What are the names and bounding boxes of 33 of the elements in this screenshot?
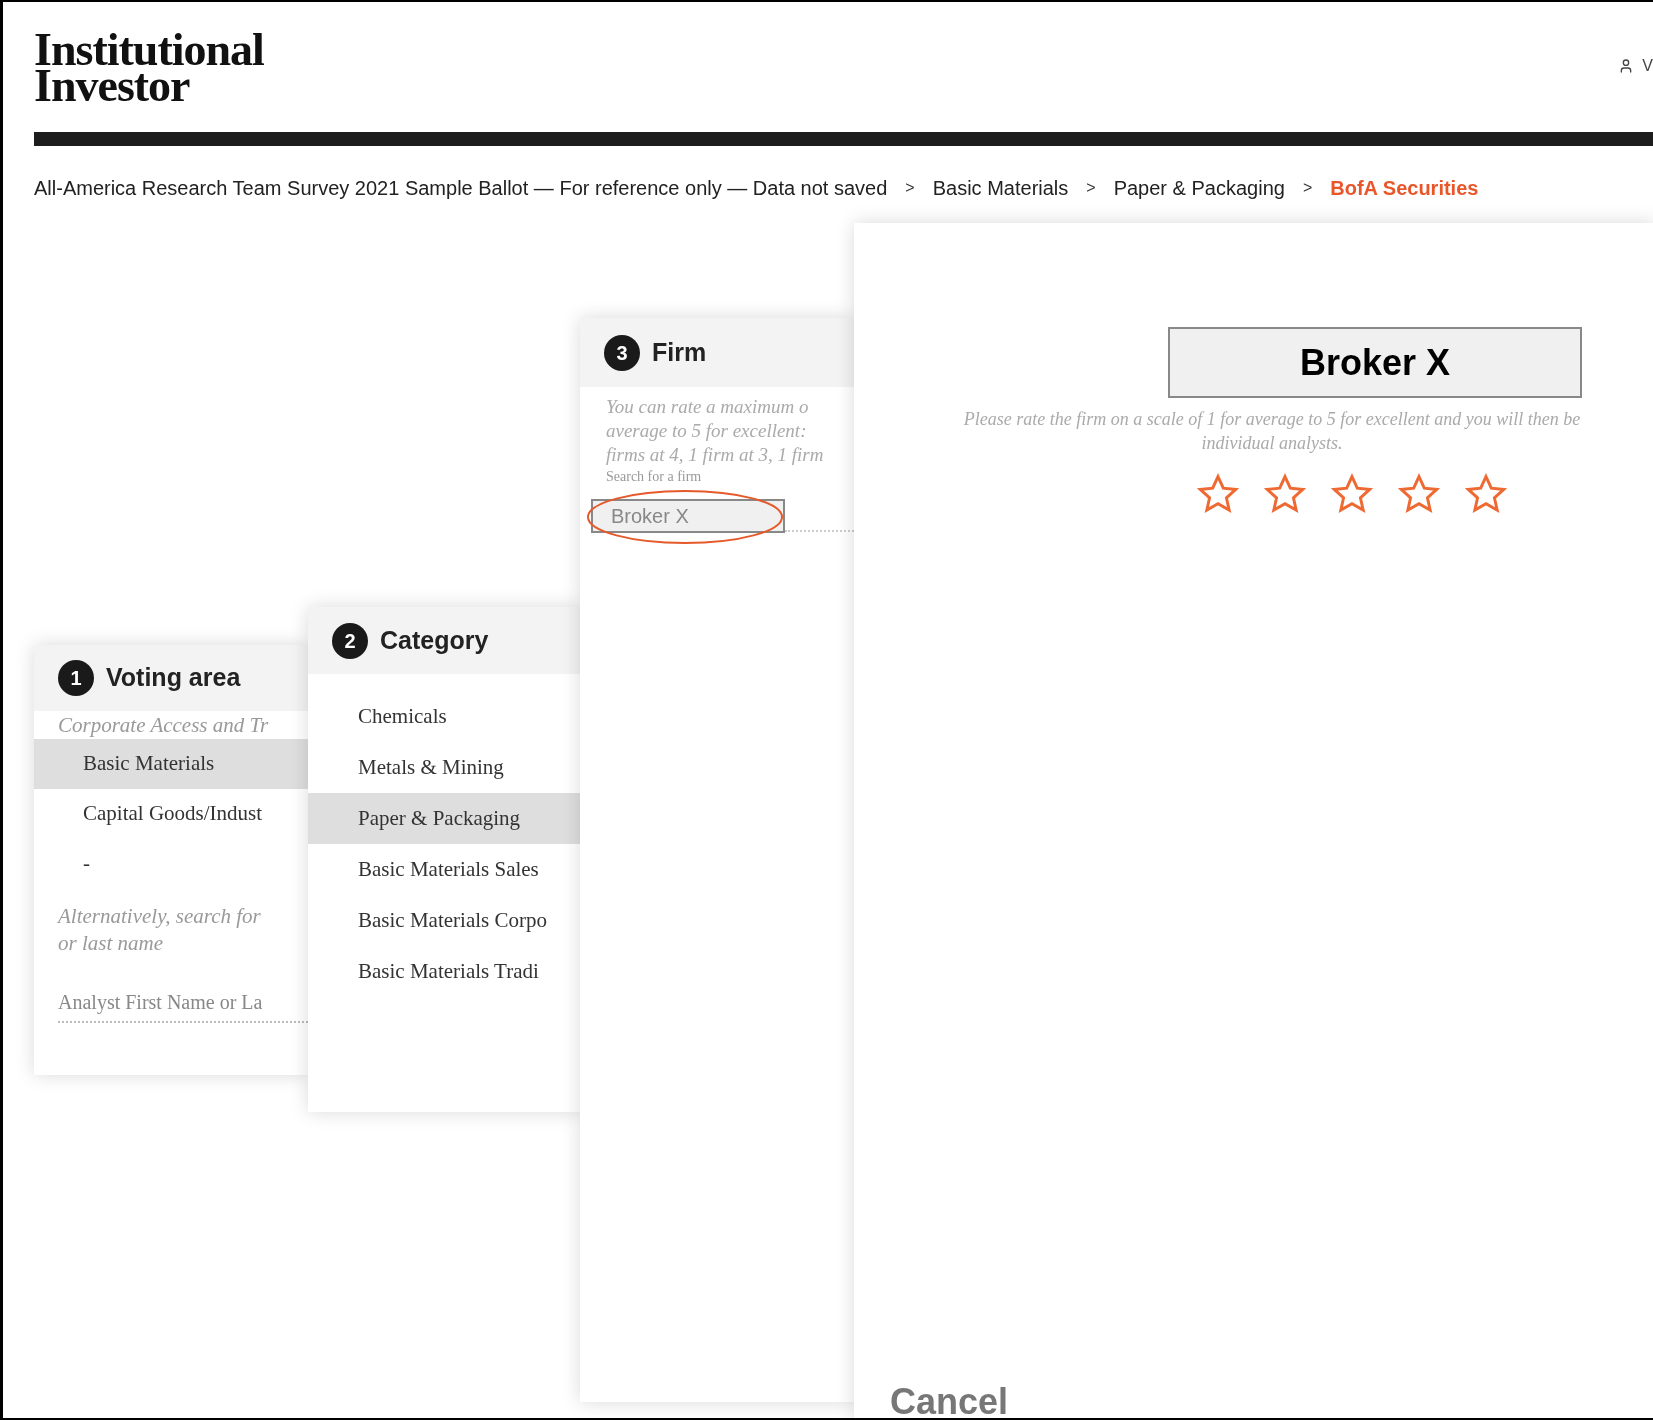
breadcrumb-separator: > <box>1302 177 1313 198</box>
star-icon[interactable] <box>1196 472 1240 516</box>
voting-area-item[interactable]: Basic Materials <box>34 739 308 789</box>
category-item[interactable]: Paper & Packaging <box>308 793 581 844</box>
search-hint: Alternatively, search for or last name <box>56 903 262 957</box>
star-icon[interactable] <box>1330 472 1374 516</box>
account-link[interactable]: V <box>1642 54 1653 78</box>
voting-area-item[interactable]: Capital Goods/Indust <box>34 789 308 839</box>
logo[interactable]: Institutional Investor <box>34 32 264 104</box>
search-label: Search for a firm <box>606 469 702 485</box>
rating-instructions: Please rate the firm on a scale of 1 for average to 5 for excellent and you will then be individual analysts. <box>962 408 1582 455</box>
firm-name-box: Broker X <box>1168 327 1582 398</box>
star-rating[interactable] <box>1196 472 1508 516</box>
breadcrumb-link[interactable]: BofA Securities <box>1330 172 1479 203</box>
panel-title: Firm <box>652 336 707 368</box>
step-number-badge: 1 <box>58 660 94 696</box>
panel-title: Category <box>380 624 489 656</box>
group-label: Corporate Access and Tr <box>57 712 270 739</box>
voting-area-item[interactable]: - <box>34 839 308 889</box>
star-icon[interactable] <box>1464 472 1508 516</box>
breadcrumb-link[interactable]: Paper & Packaging <box>1113 172 1285 203</box>
panel-title: Voting area <box>106 662 241 694</box>
step-number-badge: 3 <box>604 334 640 371</box>
step-number-badge: 2 <box>332 622 368 659</box>
breadcrumb-link[interactable]: All-America Research Team Survey 2021 Sample Ballot — For reference only — Data not saved <box>34 172 888 203</box>
breadcrumb-separator: > <box>1086 177 1096 198</box>
star-icon[interactable] <box>1397 472 1441 516</box>
breadcrumb-separator: > <box>905 177 915 198</box>
analyst-search-field[interactable]: Analyst First Name or La <box>58 987 308 1023</box>
cancel-button[interactable]: Cancel <box>890 1384 1009 1418</box>
firm-rating-instructions: You can rate a maximum o average to 5 for excellent: firms at 4, 1 firm at 3, 1 firm <box>605 395 825 467</box>
breadcrumb-link[interactable]: Basic Materials <box>932 172 1069 203</box>
star-icon[interactable] <box>1263 472 1307 516</box>
